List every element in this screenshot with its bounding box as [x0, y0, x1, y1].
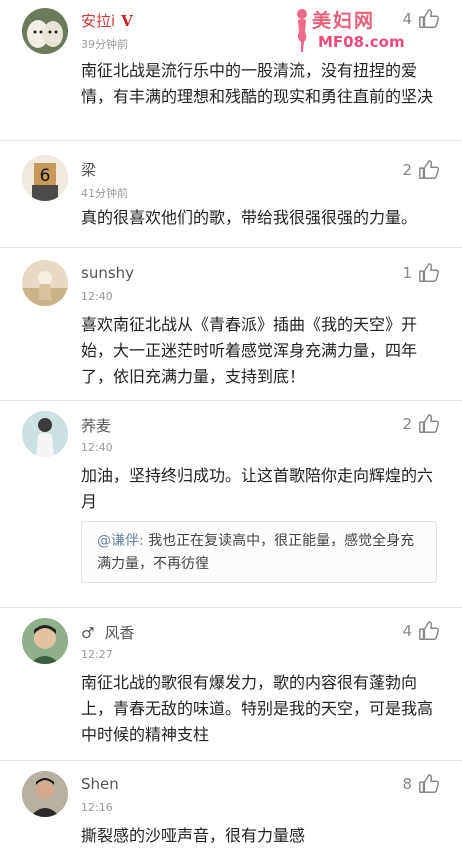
like-button[interactable]: 4: [402, 620, 440, 642]
verified-v-icon: V: [121, 12, 133, 30]
thumbs-up-icon[interactable]: [418, 262, 440, 284]
like-button[interactable]: 1: [402, 262, 440, 284]
username[interactable]: 荞麦: [81, 415, 111, 436]
username[interactable]: Shen: [81, 775, 119, 793]
like-count: 2: [402, 161, 412, 179]
comment-item: ♂ 风香 12:27 4 南征北战的歌很有爆发力，歌的内容很有蓬勃向上，青春无敌的…: [0, 608, 462, 761]
comment-text: 南征北战的歌很有爆发力，歌的内容很有蓬勃向上，青春无敌的味道。特别是我的天空，可…: [81, 673, 434, 744]
username[interactable]: 安拉i V: [81, 10, 133, 31]
comment-item: 6 梁 41分钟前 2 真的很喜欢他们的歌，带给我很强很强的力量。: [0, 141, 462, 248]
reply-author[interactable]: @谦伴:: [97, 533, 144, 549]
avatar[interactable]: [22, 618, 68, 664]
avatar[interactable]: 6: [22, 155, 68, 201]
comment-time: 12:40: [81, 290, 113, 303]
thumbs-up-icon[interactable]: [418, 620, 440, 642]
comment-time: 12:27: [81, 648, 113, 661]
comment-text: 加油，坚持终归成功。让这首歌陪你走向辉煌的六月: [81, 466, 434, 511]
comment-text: 喜欢南征北战从《青春派》插曲《我的天空》开始，大一正迷茫时听着感觉浑身充满力量，…: [81, 315, 418, 386]
svg-text:6: 6: [40, 166, 51, 186]
like-count: 4: [402, 10, 412, 28]
username-text[interactable]: 风香: [104, 624, 134, 642]
like-button[interactable]: 2: [402, 159, 440, 181]
comment-item: 安拉i V 39分钟前 4 南征北战是流行乐中的一股清流，没有扭捏的爱情，有丰满的…: [0, 0, 462, 141]
comment-time: 41分钟前: [81, 187, 128, 200]
comment-text: 南征北战是流行乐中的一股清流，没有扭捏的爱情，有丰满的理想和残酷的现实和勇往直前…: [81, 61, 434, 106]
avatar[interactable]: [22, 8, 68, 54]
comment-time: 39分钟前: [81, 38, 128, 51]
avatar[interactable]: [22, 771, 68, 817]
username[interactable]: sunshy: [81, 264, 134, 282]
like-count: 4: [402, 622, 412, 640]
like-button[interactable]: 2: [402, 413, 440, 435]
thumbs-up-icon[interactable]: [418, 773, 440, 795]
thumbs-up-icon[interactable]: [418, 159, 440, 181]
like-count: 8: [402, 775, 412, 793]
comment-item: sunshy 12:40 1 喜欢南征北战从《青春派》插曲《我的天空》开始，大一…: [0, 248, 462, 401]
username[interactable]: 梁: [81, 159, 96, 180]
comment-item: Shen 12:16 8 撕裂感的沙哑声音，很有力量感: [0, 761, 462, 848]
comment-item: 荞麦 12:40 2 加油，坚持终归成功。让这首歌陪你走向辉煌的六月 @谦伴: …: [0, 401, 462, 608]
comment-text: 真的很喜欢他们的歌，带给我很强很强的力量。: [81, 208, 418, 227]
avatar[interactable]: [22, 260, 68, 306]
like-count: 1: [402, 264, 412, 282]
comment-text: 撕裂感的沙哑声音，很有力量感: [81, 826, 306, 845]
thumbs-up-icon[interactable]: [418, 413, 440, 435]
username[interactable]: ♂ 风香: [81, 622, 134, 643]
reply-text: 我也正在复读高中，很正能量，感觉全身充满力量，不再彷徨: [97, 533, 415, 572]
like-count: 2: [402, 415, 412, 433]
like-button[interactable]: 4: [402, 8, 440, 30]
like-button[interactable]: 8: [402, 773, 440, 795]
comment-time: 12:40: [81, 441, 113, 454]
username-text[interactable]: 安拉i: [81, 12, 115, 30]
male-icon: ♂: [81, 624, 95, 642]
quoted-reply: @谦伴: 我也正在复读高中，很正能量，感觉全身充满力量，不再彷徨: [81, 521, 437, 583]
thumbs-up-icon[interactable]: [418, 8, 440, 30]
avatar[interactable]: [22, 411, 68, 457]
comment-time: 12:16: [81, 801, 113, 814]
